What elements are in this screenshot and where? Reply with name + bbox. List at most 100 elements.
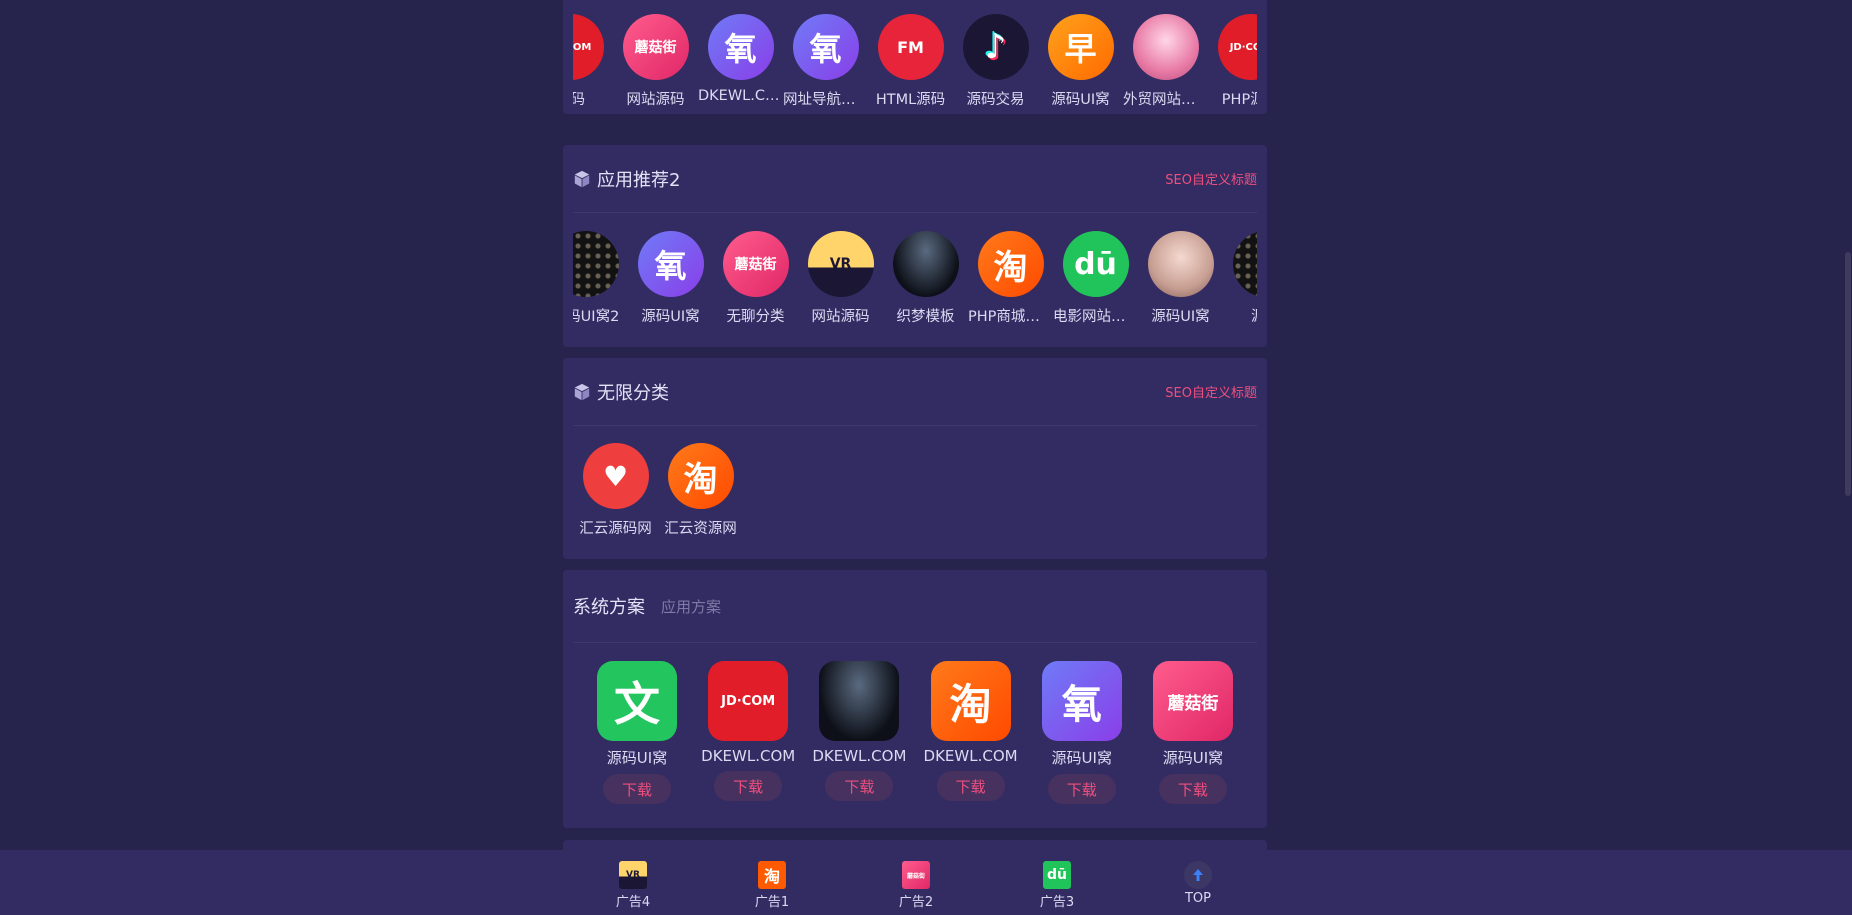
download-button[interactable]: 下载	[714, 771, 783, 801]
wen-icon: 文	[597, 661, 677, 741]
app-tile[interactable]: 氧 网址导航源码	[783, 14, 868, 109]
mogujie-icon: 蘑菇街	[902, 861, 930, 889]
yuanma-icon: 早	[1047, 14, 1114, 80]
download-button[interactable]: 下载	[1047, 774, 1116, 804]
card-system: 系统方案 应用方案 文 源码UI窝 下载 JD·COM DKEWL.COM 下载	[563, 570, 1267, 828]
system-app-label: DKEWL.COM	[701, 747, 796, 765]
app-label: 织梦模板	[896, 309, 955, 325]
system-app[interactable]: 氧 源码UI窝 下载	[1035, 661, 1129, 804]
download-button[interactable]: 下载	[825, 771, 894, 801]
unlimited-app-row[interactable]: ♥ 汇云源码网 淘 汇云资源网	[573, 443, 1257, 538]
app-tile[interactable]: JD·COM 源码	[573, 14, 613, 109]
app-label: 网站源码	[626, 92, 685, 108]
app-label: 无聊分类	[726, 309, 785, 325]
app-tile[interactable]: 织梦模板	[883, 231, 968, 326]
vr-icon: VR	[807, 231, 874, 297]
top-app-row[interactable]: JD·COM 源码 蘑菇街 网站源码 氧 DKEWL.COM 氧 网址导航源码 …	[573, 14, 1257, 109]
app-label: PHP商城源码	[968, 309, 1053, 325]
heart-hand-icon: ♥	[582, 443, 649, 509]
card-header: 应用推荐2 SEO自定义标题	[573, 145, 1257, 213]
system-app[interactable]: 文 源码UI窝 下载	[590, 661, 684, 804]
sparkle-icon	[573, 231, 619, 297]
jd-icon: JD·COM	[1217, 14, 1257, 80]
app-label: 外贸网站源码	[1123, 92, 1208, 108]
app-label: PHP源码	[1221, 92, 1257, 108]
app-tile[interactable]: 外贸网站源码	[1123, 14, 1208, 109]
scrollbar-thumb[interactable]	[1845, 252, 1851, 496]
app-tile[interactable]: 氧 源码UI窝	[628, 231, 713, 326]
app-label: 源码交易	[966, 92, 1025, 108]
app-tile[interactable]: 蘑菇街 无聊分类	[713, 231, 798, 326]
system-app[interactable]: DKEWL.COM 下载	[812, 661, 906, 804]
app-tile[interactable]: 源码UI窝	[1138, 231, 1223, 326]
tao-icon: 淘	[930, 661, 1011, 741]
app-label: 源码	[573, 88, 613, 109]
tao-icon: 淘	[667, 443, 734, 509]
system-app[interactable]: JD·COM DKEWL.COM 下载	[701, 661, 795, 804]
bottom-nav-label: 广告2	[898, 895, 934, 910]
mogujie-icon: 蘑菇街	[722, 231, 789, 297]
system-app-label: 源码UI窝	[606, 749, 668, 767]
app-label: 汇云源码网	[579, 521, 652, 537]
vr-icon: VR	[619, 861, 647, 889]
app-tile[interactable]: dū 电影网站源码	[1053, 231, 1138, 326]
app-tile[interactable]: 淘 汇云资源网	[658, 443, 743, 538]
app-tile[interactable]: ♥ 汇云源码网	[573, 443, 658, 538]
app-tile[interactable]: 早 源码UI窝	[1038, 14, 1123, 109]
sparkle-icon	[1232, 231, 1257, 297]
download-button[interactable]: 下载	[1158, 774, 1227, 804]
download-button[interactable]: 下载	[603, 774, 671, 804]
app-tile[interactable]: ♪ 源码交易	[953, 14, 1038, 109]
bottom-nav-label: 广告1	[754, 895, 790, 910]
download-button[interactable]: 下载	[936, 771, 1005, 801]
app-label: 源码UI窝2	[573, 309, 620, 325]
seo-title-link[interactable]: SEO自定义标题	[1165, 169, 1257, 188]
bottom-nav-ad1[interactable]: 淘 广告1	[742, 861, 802, 910]
app-tile[interactable]: 氧 DKEWL.COM	[698, 14, 783, 109]
system-app-label: DKEWL.COM	[812, 747, 907, 765]
app-label: 电影网站源码	[1053, 309, 1138, 325]
app-label: DKEWL.COM	[698, 88, 783, 104]
seo-title-link[interactable]: SEO自定义标题	[1165, 382, 1257, 401]
system-app[interactable]: 淘 DKEWL.COM 下载	[924, 661, 1018, 804]
app-tile[interactable]: 蘑菇街 网站源码	[613, 14, 698, 109]
rec2-app-row[interactable]: 源码UI窝2 氧 源码UI窝 蘑菇街 无聊分类 VR 网站源码 织梦模板	[573, 231, 1257, 326]
bottom-nav-top[interactable]: TOP	[1168, 861, 1228, 906]
silhouette-icon	[892, 231, 959, 297]
card-header: 系统方案 应用方案	[573, 570, 1257, 643]
yang-icon: 氧	[707, 14, 774, 80]
scrollbar[interactable]	[1844, 0, 1852, 850]
system-app-label: 源码UI窝	[1162, 749, 1224, 767]
tao-icon: 淘	[977, 231, 1044, 297]
yang-icon: 氧	[1041, 661, 1122, 741]
card-unlimited: 无限分类 SEO自定义标题 ♥ 汇云源码网 淘 汇云资源网	[563, 358, 1267, 559]
system-app[interactable]: 蘑菇街 源码UI窝 下载	[1146, 661, 1240, 804]
bottom-nav-ad2[interactable]: 蘑菇街 广告2	[886, 861, 946, 910]
bottom-nav-label: 广告4	[615, 895, 651, 910]
silhouette-icon	[819, 661, 900, 741]
bottom-nav-label: 广告3	[1039, 895, 1075, 910]
app-tile[interactable]: FM HTML源码	[868, 14, 953, 109]
cube-icon	[574, 383, 590, 400]
app-label: 汇云资源网	[664, 521, 737, 537]
jd-icon: JD·COM	[708, 661, 789, 741]
du-icon: dū	[1062, 231, 1129, 297]
app-tile[interactable]: JD·COM PHP源码	[1208, 14, 1257, 109]
page: JD·COM 源码 蘑菇街 网站源码 氧 DKEWL.COM 氧 网址导航源码 …	[0, 0, 1852, 915]
arrow-up-icon	[1184, 861, 1212, 889]
bottom-nav-ad3[interactable]: dū 广告3	[1027, 861, 1087, 910]
card-header: 无限分类 SEO自定义标题	[573, 358, 1257, 426]
yang-icon: 氧	[792, 14, 859, 80]
jd-icon: JD·COM	[573, 14, 604, 80]
app-tile[interactable]: VR 网站源码	[798, 231, 883, 326]
app-tile[interactable]: 源码UI窝2	[573, 231, 628, 326]
bottom-nav-ad4[interactable]: VR 广告4	[603, 861, 663, 910]
app-tile[interactable]: 源码	[1223, 231, 1257, 326]
section-title: 系统方案	[573, 597, 645, 618]
tao-icon: 淘	[758, 861, 786, 889]
section-subtitle: 应用方案	[661, 597, 722, 616]
system-app-label: DKEWL.COM	[923, 747, 1018, 765]
app-tile[interactable]: 淘 PHP商城源码	[968, 231, 1053, 326]
avatar-icon	[1132, 14, 1199, 80]
app-label: 网址导航源码	[783, 92, 868, 108]
